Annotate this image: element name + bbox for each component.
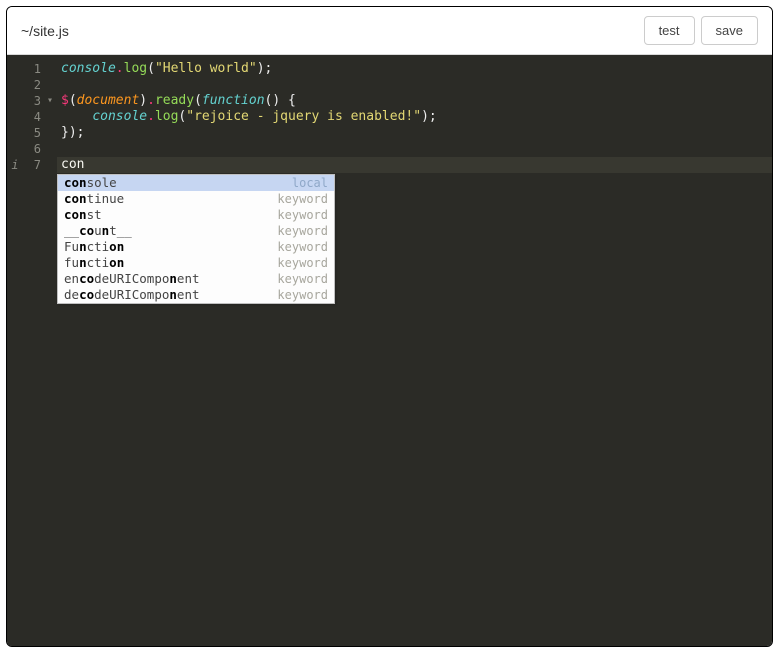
token-semi: ; — [265, 61, 273, 76]
token-paren: ) — [421, 109, 429, 124]
token-dollar: $ — [61, 93, 69, 108]
token-identifier: document — [77, 93, 140, 108]
autocomplete-item[interactable]: continue keyword — [58, 191, 334, 207]
token-paren: ( — [194, 93, 202, 108]
token-space — [280, 93, 288, 108]
token-dot: . — [116, 61, 124, 76]
token-indent — [61, 109, 92, 124]
line-number: 7 — [23, 157, 47, 173]
line-number: 3 — [23, 93, 47, 109]
autocomplete-kind: keyword — [277, 287, 328, 303]
token-dot: . — [147, 93, 155, 108]
autocomplete-item[interactable]: encodeURIComponent keyword — [58, 271, 334, 287]
token-paren: ) — [139, 93, 147, 108]
token-semi: ; — [429, 109, 437, 124]
line-number: 1 — [23, 61, 47, 77]
autocomplete-label: encodeURIComponent — [64, 271, 277, 287]
gutter-row: 6 — [7, 141, 57, 157]
token-brace: { — [288, 93, 296, 108]
token-identifier: console — [61, 61, 116, 76]
code-line-active[interactable]: con — [57, 157, 772, 173]
gutter-row: i 7 — [7, 157, 57, 173]
info-icon[interactable]: i — [7, 157, 23, 173]
header-bar: ~/site.js test save — [7, 7, 772, 55]
autocomplete-item[interactable]: console local — [58, 175, 334, 191]
test-button[interactable]: test — [644, 16, 695, 45]
autocomplete-kind: keyword — [277, 255, 328, 271]
autocomplete-item[interactable]: const keyword — [58, 207, 334, 223]
code-line[interactable]: }); — [57, 125, 772, 141]
token-method: ready — [155, 93, 194, 108]
code-line[interactable]: console.log("Hello world"); — [57, 61, 772, 77]
save-button[interactable]: save — [701, 16, 758, 45]
token-keyword: function — [202, 93, 265, 108]
line-number: 5 — [23, 125, 47, 141]
token-identifier: console — [92, 109, 147, 124]
autocomplete-kind: keyword — [277, 223, 328, 239]
code-line[interactable]: $(document).ready(function() { — [57, 93, 772, 109]
gutter-row: 1 — [7, 61, 57, 77]
autocomplete-label: function — [64, 255, 277, 271]
autocomplete-label: continue — [64, 191, 277, 207]
code-line[interactable]: console.log("rejoice - jquery is enabled… — [57, 109, 772, 125]
file-path: ~/site.js — [21, 23, 638, 39]
token-paren: ) — [257, 61, 265, 76]
code-editor[interactable]: 1 2 3 ▾ 4 5 — [7, 55, 772, 646]
code-line[interactable] — [57, 77, 772, 93]
autocomplete-item[interactable]: decodeURIComponent keyword — [58, 287, 334, 303]
gutter: 1 2 3 ▾ 4 5 — [7, 55, 57, 646]
token-paren: ) — [272, 93, 280, 108]
token-brace: }); — [61, 125, 84, 140]
token-paren: ( — [147, 61, 155, 76]
gutter-row: 3 ▾ — [7, 93, 57, 109]
autocomplete-label: Function — [64, 239, 277, 255]
token-method: log — [124, 61, 147, 76]
autocomplete-item[interactable]: Function keyword — [58, 239, 334, 255]
line-number: 4 — [23, 109, 47, 125]
autocomplete-kind: keyword — [277, 191, 328, 207]
autocomplete-item[interactable]: function keyword — [58, 255, 334, 271]
token-string: "rejoice - jquery is enabled!" — [186, 109, 421, 124]
token-string: "Hello world" — [155, 61, 257, 76]
token-typed: con — [61, 157, 84, 172]
autocomplete-label: console — [64, 175, 292, 191]
autocomplete-label: const — [64, 207, 277, 223]
token-dot: . — [147, 109, 155, 124]
gutter-row: 4 — [7, 109, 57, 125]
autocomplete-kind: keyword — [277, 207, 328, 223]
editor-window: ~/site.js test save 1 2 3 ▾ — [6, 6, 773, 647]
autocomplete-kind: keyword — [277, 239, 328, 255]
fold-toggle-icon[interactable]: ▾ — [47, 93, 57, 109]
line-number: 2 — [23, 77, 47, 93]
token-method: log — [155, 109, 178, 124]
gutter-row: 5 — [7, 125, 57, 141]
code-area[interactable]: console.log("Hello world"); $(document).… — [57, 55, 772, 646]
gutter-row: 2 — [7, 77, 57, 93]
autocomplete-kind: keyword — [277, 271, 328, 287]
line-number: 6 — [23, 141, 47, 157]
autocomplete-item[interactable]: __count__ keyword — [58, 223, 334, 239]
autocomplete-popup[interactable]: console local continue keyword const key… — [57, 174, 335, 304]
autocomplete-label: __count__ — [64, 223, 277, 239]
code-line[interactable] — [57, 141, 772, 157]
autocomplete-label: decodeURIComponent — [64, 287, 277, 303]
autocomplete-kind: local — [292, 175, 328, 191]
token-paren: ( — [69, 93, 77, 108]
